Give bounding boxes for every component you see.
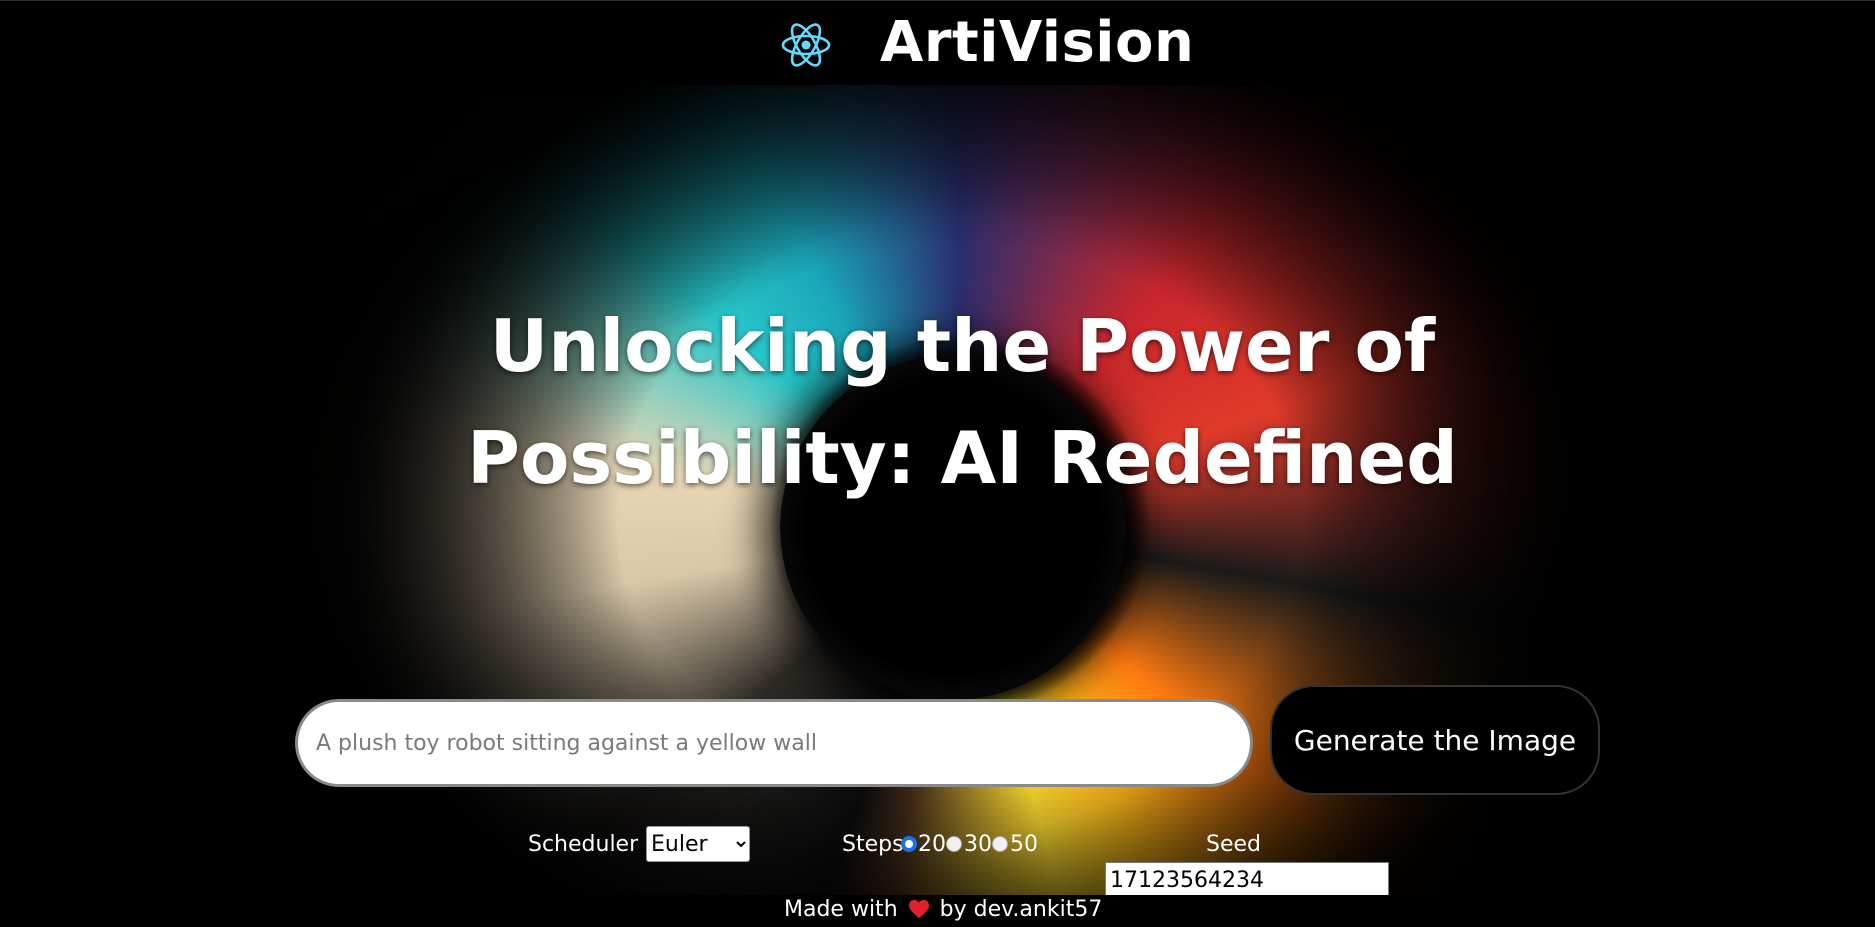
scheduler-select[interactable]: Euler (646, 826, 750, 862)
generation-options: Scheduler Euler Steps 20 30 50 Seed (0, 822, 1875, 898)
steps-radio-label-30: 30 (964, 832, 992, 857)
steps-radio-50[interactable] (992, 836, 1008, 852)
seed-input[interactable] (1105, 862, 1389, 898)
seed-label: Seed (1206, 832, 1261, 857)
brand-title[interactable]: ArtiVision (880, 7, 1194, 79)
steps-radio-label-20: 20 (918, 832, 946, 857)
steps-radio-20[interactable] (901, 836, 917, 852)
generate-image-button[interactable]: Generate the Image (1270, 685, 1600, 795)
steps-label: Steps (842, 832, 904, 857)
steps-radio-label-50: 50 (1010, 832, 1038, 857)
hero-headline: Unlocking the Power of Possibility: AI R… (467, 304, 1458, 500)
navbar: ArtiVision (0, 0, 1875, 85)
heart-icon (908, 899, 929, 919)
steps-radio-30[interactable] (946, 836, 962, 852)
prompt-input[interactable] (295, 699, 1253, 787)
footer-suffix: by dev.ankit57 (939, 897, 1103, 922)
scheduler-label: Scheduler (528, 832, 639, 857)
footer-prefix: Made with (784, 897, 898, 922)
react-atom-icon[interactable] (780, 19, 832, 71)
footer: Made with by dev.ankit57 (0, 895, 1875, 927)
footer-credit: Made with by dev.ankit57 (784, 897, 1102, 922)
